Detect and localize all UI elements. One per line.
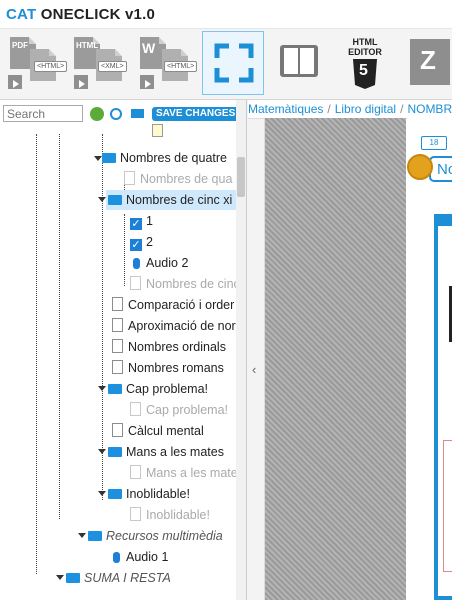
tree-item[interactable]: ✓ 2 [130, 232, 153, 252]
expand-arrow-icon[interactable] [78, 533, 86, 538]
folder-icon[interactable] [131, 109, 144, 118]
tree-item[interactable]: SUMA I RESTA [66, 568, 171, 588]
title-bar: CAT ONECLICK v1.0 [0, 0, 452, 29]
tree-item[interactable]: Inoblidable! [108, 484, 190, 504]
tree-scrollbar[interactable] [236, 100, 246, 600]
folder-icon [102, 153, 116, 163]
tree-panel: SAVE CHANGES Nombres de quatre Nombres d… [0, 100, 247, 600]
book-button[interactable] [268, 31, 330, 95]
page-icon [112, 360, 123, 374]
html-editor-button[interactable]: HTML EDITOR 5 [334, 31, 396, 95]
arrow-icon [140, 75, 154, 89]
tree-item[interactable]: Recursos multimèdia [88, 526, 223, 546]
page-icon [130, 465, 141, 479]
tree-item[interactable]: Nombres de cinc [130, 274, 236, 294]
folder-icon [108, 447, 122, 457]
microphone-icon [133, 258, 140, 269]
expand-arrow-icon[interactable] [94, 156, 102, 161]
tree-item[interactable]: Audio 2 [130, 253, 188, 273]
save-changes-button[interactable]: SAVE CHANGES [152, 107, 240, 121]
expand-arrow-icon[interactable] [98, 386, 106, 391]
toolbar: PDF <HTML> HTML <XML> W <HTML> HTML EDIT… [0, 29, 452, 100]
tree-item[interactable]: ✓ 1 [130, 211, 153, 231]
expand-arrow-icon[interactable] [98, 449, 106, 454]
tree-item[interactable]: Mans a les mate [130, 463, 236, 483]
reload-icon[interactable] [110, 108, 122, 120]
tree-item[interactable]: Inoblidable! [130, 505, 210, 525]
html-to-xml-button[interactable]: HTML <XML> [70, 31, 132, 95]
folder-icon [88, 531, 102, 541]
breadcrumb: Matemàtiques/Libro digital/NOMBRES [248, 100, 452, 119]
arrow-icon [8, 75, 22, 89]
page-icon [130, 402, 141, 416]
coin-icon [407, 154, 433, 180]
page-icon [130, 276, 141, 290]
workspace-background [265, 118, 406, 600]
tree-item[interactable]: Nombres de quatre [102, 148, 227, 168]
checkbox-icon: ✓ [130, 218, 142, 230]
arrow-icon [74, 75, 88, 89]
activity-box [443, 440, 452, 572]
tree-item[interactable]: Cap problema! [108, 379, 208, 399]
tree-item[interactable]: Nombres ordinals [112, 337, 226, 357]
word-to-html-button[interactable]: W <HTML> [136, 31, 198, 95]
tree-item[interactable]: Mans a les mates [108, 442, 224, 462]
breadcrumb-item[interactable]: Libro digital [335, 102, 396, 116]
page-icon [112, 423, 123, 437]
tree-item[interactable]: Cap problema! [130, 400, 228, 420]
tree-item-selected[interactable]: Nombres de cinc xi [106, 190, 236, 210]
book-icon [280, 45, 318, 77]
collapse-chevron-icon[interactable]: ‹ [252, 362, 256, 377]
folder-icon [66, 573, 80, 583]
breadcrumb-item[interactable]: NOMBRES [407, 102, 452, 116]
page-icon [124, 171, 135, 185]
checkbox-icon: ✓ [130, 239, 142, 251]
scrollbar-thumb[interactable] [237, 157, 245, 197]
zip-doc-icon: Z [410, 39, 450, 85]
tree-item[interactable]: Aproximació de nor [112, 316, 236, 336]
page-icon [130, 507, 141, 521]
search-input[interactable] [3, 105, 83, 122]
page-preview[interactable]: 18 No [407, 118, 452, 600]
breadcrumb-item[interactable]: Matemàtiques [248, 102, 323, 116]
folder-icon [108, 195, 122, 205]
fullscreen-button[interactable] [202, 31, 264, 95]
expand-arrow-icon[interactable] [98, 491, 106, 496]
app-title: CAT ONECLICK v1.0 [6, 6, 155, 23]
refresh-green-icon[interactable] [90, 107, 104, 121]
tree-item[interactable]: Comparació i order [112, 295, 234, 315]
panel-splitter[interactable]: ‹ [247, 100, 265, 600]
folder-icon [108, 489, 122, 499]
pdf-to-html-button[interactable]: PDF <HTML> [4, 31, 68, 95]
tree-item[interactable]: Nombres de qua [124, 169, 232, 189]
tree-item[interactable]: Càlcul mental [112, 421, 204, 441]
page-number-badge: 18 [421, 136, 447, 150]
expand-arrow-icon[interactable] [98, 197, 106, 202]
microphone-icon [113, 552, 120, 563]
tree-item[interactable]: Nombres romans [112, 358, 224, 378]
tree-view: Nombres de quatre Nombres de qua Nombres… [0, 134, 236, 600]
page-icon [112, 339, 123, 353]
expand-arrow-icon[interactable] [56, 575, 64, 580]
fullscreen-icon [214, 43, 254, 83]
tree-item[interactable]: Audio 1 [110, 547, 168, 567]
page-icon [112, 297, 123, 311]
page-icon [112, 318, 123, 332]
zip-button[interactable]: Z [400, 31, 452, 95]
folder-icon [108, 384, 122, 394]
